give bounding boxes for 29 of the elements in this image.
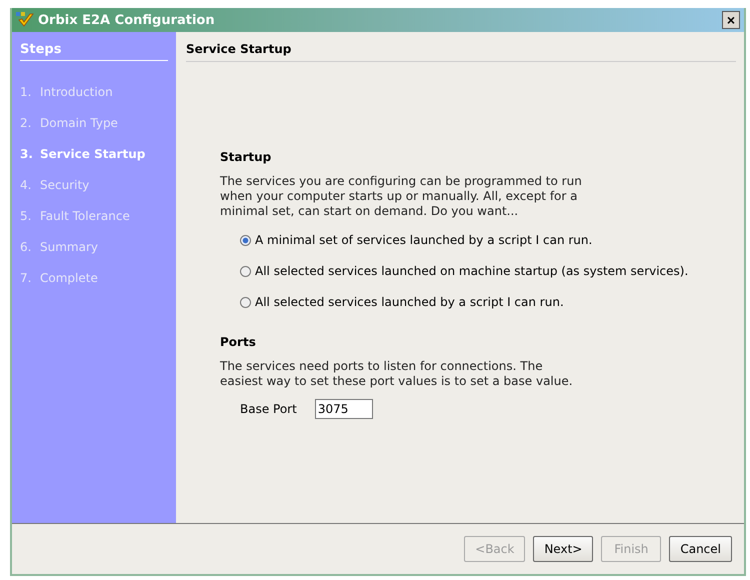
section-heading: Ports: [220, 335, 257, 349]
option-label: All selected services launched on machine startup (as system services).: [255, 264, 688, 278]
wizard-button[interactable]: Next>: [533, 536, 594, 562]
page-title: Service Startup: [186, 42, 736, 62]
option-label: A minimal set of services launched by a script I can run.: [255, 233, 592, 247]
step-item: 6. Summary: [20, 240, 99, 256]
checkmark-icon: [16, 12, 34, 28]
step-item: 5. Fault Tolerance: [20, 209, 131, 225]
wizard-button[interactable]: Cancel: [669, 536, 732, 562]
close-button[interactable]: ×: [722, 11, 740, 29]
sidebar-heading: Steps: [20, 42, 168, 61]
radio-option[interactable]: A minimal set of services launched by a script I can run.: [240, 231, 736, 249]
radio-button[interactable]: [240, 266, 251, 276]
step-item: 7. Complete: [20, 271, 99, 287]
option-label: All selected services launched by a script I can run.: [255, 295, 564, 309]
step-item: 4. Security: [20, 178, 90, 194]
radio-button[interactable]: [240, 296, 251, 308]
description-text: The services you are configuring can be programmed to run when your computer starts up or manually. All, except for a minimal set, can start on demand. Do you want...: [220, 174, 583, 219]
description-text: The services need ports to listen for connections. The easiest way to set these port values is to set a base value.: [220, 359, 574, 389]
radio-button[interactable]: [240, 234, 251, 246]
radio-option[interactable]: All selected services launched by a script I can run.: [240, 293, 736, 311]
field-label: Base Port: [240, 402, 297, 416]
window-title: Orbix E2A Configuration: [38, 12, 216, 28]
step-item: 3. Service Startup: [20, 147, 146, 163]
step-item: 1. Introduction: [20, 85, 114, 101]
base-port-field[interactable]: 3075: [314, 399, 373, 419]
section-heading: Startup: [220, 150, 272, 164]
radio-option[interactable]: All selected services launched on machine startup (as system services).: [240, 262, 736, 280]
step-item: 2. Domain Type: [20, 116, 119, 132]
